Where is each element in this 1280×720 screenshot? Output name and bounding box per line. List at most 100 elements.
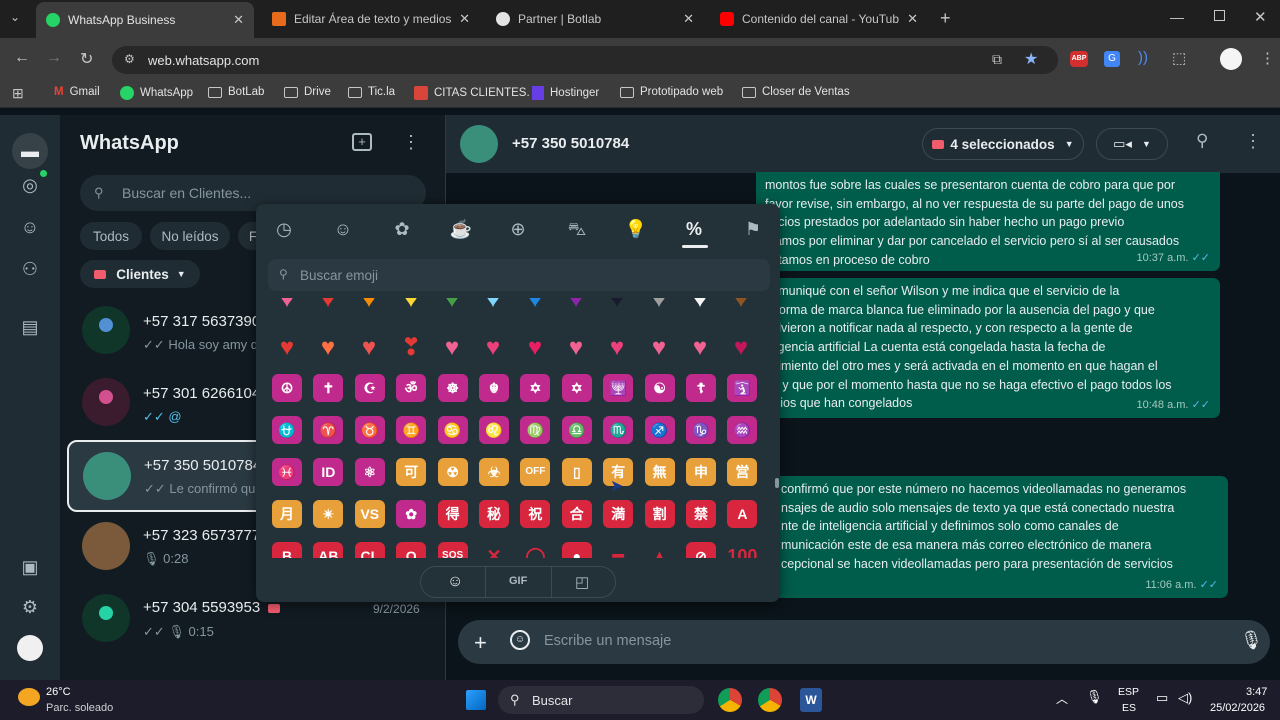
emoji-symbol-tile[interactable]: 🛐	[727, 374, 758, 402]
channels-icon[interactable]: ☺	[18, 215, 42, 239]
media-icon[interactable]: ▣	[18, 555, 42, 579]
emoji-red-heart[interactable]: ♥	[313, 298, 343, 314]
emoji-symbol-tile[interactable]: ♌	[479, 416, 509, 444]
windows-start-icon[interactable]	[466, 690, 486, 710]
emoji-symbol-tile[interactable]: ♑	[686, 416, 716, 444]
close-window-icon[interactable]: ✕	[1254, 8, 1267, 26]
emoji-symbol-tile[interactable]: ✴	[313, 500, 344, 528]
emoji-symbol-tile[interactable]: ☯	[644, 374, 675, 402]
emoji-symbol-tile[interactable]: ⛎	[272, 416, 302, 444]
gif-tab[interactable]: GIF	[509, 575, 527, 587]
emoji-symbol-tile[interactable]: ☢	[437, 458, 468, 486]
emoji-symbol-tile[interactable]: SOS	[437, 542, 468, 558]
label-filter-clientes[interactable]: Clientes ▼	[80, 260, 200, 288]
emoji-symbol-tile[interactable]: ⊘	[686, 542, 716, 558]
emoji-symbol-tile[interactable]: CL	[354, 542, 385, 558]
emoji-symbol-tile[interactable]: ✡	[520, 374, 551, 402]
bookmark-hostinger[interactable]: Hostinger	[532, 86, 599, 100]
emoji-revolving-hearts[interactable]: ♥	[478, 334, 508, 362]
weather-icon[interactable]	[18, 688, 40, 706]
tray-mic-icon[interactable]: 🎙	[1086, 689, 1103, 705]
emoji-heart-on-fire[interactable]: ♥	[313, 334, 343, 362]
emoji-symbol-tile[interactable]: ID	[313, 458, 344, 486]
emoji-symbol-tile[interactable]: O	[396, 542, 427, 558]
search-icon[interactable]: ⚲	[1196, 131, 1208, 151]
emoji-symbol-tile[interactable]: ✝	[313, 374, 344, 402]
maximize-icon[interactable]	[1214, 10, 1225, 21]
tray-chevron-icon[interactable]: ︿	[1056, 690, 1068, 707]
bookmark-star-icon[interactable]: ★	[1024, 49, 1038, 69]
emoji-symbol-tile[interactable]: ✡	[561, 374, 592, 402]
emoji-heart-arrow[interactable]: ♥	[644, 334, 674, 362]
emoji-yellow-heart[interactable]: ♥	[396, 298, 426, 314]
activity-icon[interactable]: ⊕	[506, 217, 530, 241]
extensions-icon[interactable]: ⬚	[1172, 49, 1186, 67]
emoji-symbol-tile[interactable]: ♈	[313, 416, 344, 444]
emoji-symbol-tile[interactable]: ☸	[437, 374, 468, 402]
emoji-symbol-tile[interactable]: 祝	[520, 500, 551, 528]
emoji-symbol-tile[interactable]: 秘	[479, 500, 509, 528]
bookmark-botlab[interactable]: BotLab	[208, 86, 264, 98]
emoji-symbol-tile[interactable]: ⚛	[354, 458, 385, 486]
close-icon[interactable]: ✕	[683, 11, 694, 27]
emoji-heart-exclamation[interactable]: ❣	[396, 334, 426, 362]
site-info-icon[interactable]: ⚙	[124, 52, 135, 66]
sticker-tab-icon[interactable]: ◰	[575, 573, 589, 591]
recent-icon[interactable]: ◷	[272, 217, 296, 241]
emoji-grey-heart[interactable]: ♥	[644, 298, 674, 314]
emoji-symbol-tile[interactable]: ♉	[354, 416, 385, 444]
emoji-symbol-tile[interactable]: 100	[727, 542, 757, 558]
bookmark-ticla[interactable]: Tic.la	[348, 86, 395, 98]
new-tab-button[interactable]: +	[940, 8, 951, 29]
tab-editor[interactable]: Editar Área de texto y medios: D ✕	[262, 4, 480, 34]
close-icon[interactable]: ✕	[907, 11, 918, 27]
contact-name[interactable]: +57 350 5010784	[512, 135, 629, 152]
minimize-icon[interactable]: —	[1170, 9, 1184, 25]
emoji-symbol-tile[interactable]: 満	[603, 500, 634, 528]
tab-search-icon[interactable]: ⌄	[10, 10, 20, 24]
bookmark-prototipado[interactable]: Prototipado web	[620, 86, 723, 98]
emoji-symbol-tile[interactable]: ☦	[686, 374, 716, 402]
avatar[interactable]	[460, 125, 498, 163]
profile-avatar[interactable]	[1220, 48, 1242, 70]
emoji-symbol-tile[interactable]: ♍	[520, 416, 551, 444]
language-indicator[interactable]: ESP	[1118, 686, 1139, 698]
emoji-green-heart[interactable]: ♥	[437, 298, 467, 314]
menu-icon[interactable]: ⋮	[1244, 131, 1262, 152]
microphone-icon[interactable]: 🎙	[1240, 630, 1263, 651]
extension-audio-icon[interactable]: ))	[1138, 49, 1148, 66]
bookmark-whatsapp[interactable]: WhatsApp	[120, 86, 193, 100]
browser-menu-icon[interactable]: ⋮	[1260, 49, 1275, 67]
travel-icon[interactable]: ⛍	[565, 217, 589, 241]
emoji-symbol-tile[interactable]: 禁	[686, 500, 716, 528]
network-icon[interactable]: ▭	[1156, 690, 1168, 706]
tab-youtube[interactable]: Contenido del canal - YouTube ✕	[710, 4, 928, 34]
reload-icon[interactable]: ↻	[80, 49, 93, 69]
emoji-symbol-tile[interactable]: ♋	[437, 416, 468, 444]
clock-date[interactable]: 25/02/2026	[1210, 702, 1265, 714]
filter-todos[interactable]: Todos	[80, 222, 142, 250]
chrome-icon[interactable]	[718, 688, 742, 712]
emoji-symbol-tile[interactable]: ♎	[561, 416, 592, 444]
close-icon[interactable]: ✕	[233, 12, 244, 28]
taskbar-search[interactable]: ⚲ Buscar	[498, 686, 704, 714]
status-icon[interactable]: ◎	[18, 173, 42, 197]
emoji-symbol-tile[interactable]: A	[727, 500, 758, 528]
filter-no-leidos[interactable]: No leídos	[150, 222, 230, 250]
emoji-purple-heart[interactable]: ♥	[561, 298, 591, 314]
emoji-symbol-tile[interactable]: ♐	[644, 416, 675, 444]
emoji-white-heart[interactable]: ♥	[685, 298, 715, 314]
food-icon[interactable]: ☕	[449, 217, 473, 241]
emoji-symbol-tile[interactable]: 営	[727, 458, 758, 486]
symbols-icon[interactable]: %	[682, 217, 706, 241]
attach-plus-icon[interactable]: +	[474, 630, 487, 656]
emoji-symbol-tile[interactable]: ✿	[396, 500, 427, 528]
emoji-symbol-tile[interactable]: VS	[354, 500, 385, 528]
bookmark-drive[interactable]: Drive	[284, 86, 331, 98]
smiley-icon[interactable]: ☺	[331, 217, 355, 241]
install-app-icon[interactable]: ⧉	[992, 51, 1002, 68]
emoji-symbol-tile[interactable]: ☮	[272, 374, 302, 402]
emoji-symbol-tile[interactable]: ☬	[479, 374, 509, 402]
back-icon[interactable]: ←	[14, 49, 30, 67]
message-input[interactable]: Escribe un mensaje	[544, 633, 671, 649]
